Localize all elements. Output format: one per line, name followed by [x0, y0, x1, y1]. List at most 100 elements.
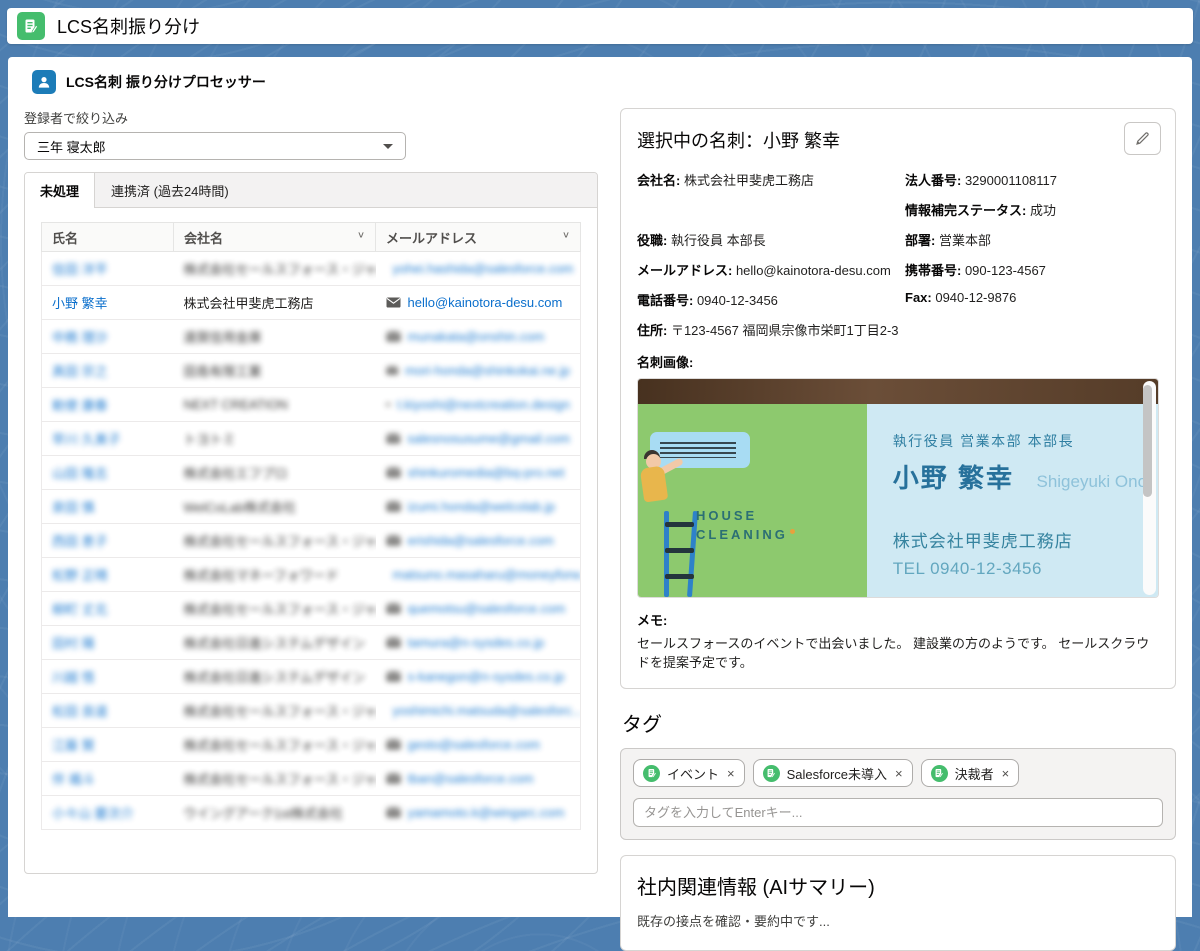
card-list-section: 登録者で絞り込み 三年 寝太郎 未処理 連携済 (過去24時間) 氏名会社名∨メ… — [16, 98, 598, 951]
email-link[interactable]: matsuno.masaharu@moneyforw... — [393, 567, 581, 582]
main-panel: LCS名刺 振り分けプロセッサー 登録者で絞り込み 三年 寝太郎 未処理 連携済… — [8, 57, 1192, 917]
tag-input[interactable] — [633, 798, 1163, 827]
email-link[interactable]: salesnosusume@gmail.com — [407, 431, 570, 446]
envelope-icon — [386, 637, 401, 648]
email-link[interactable]: t.kiyoshi@nextcreation.design — [397, 397, 570, 412]
image-scrollbar-thumb[interactable] — [1143, 385, 1152, 497]
company-name-text: 株式会社セールスフォース・ジャパン — [184, 738, 376, 753]
email-link[interactable]: s-kanegon@n-sysdes.co.jp — [408, 669, 565, 684]
card-name-link[interactable]: 中務 理沙 — [52, 330, 108, 345]
company-name-text: 株式会社日進システムデザイン — [184, 636, 366, 651]
card-name-link[interactable]: 西田 恵子 — [52, 534, 108, 549]
table-header-row: 氏名会社名∨メールアドレス∨ — [42, 223, 581, 252]
table-row: 真田 宗之 田島有限工業 mori-honda@shinkokai.ne.jp — [42, 354, 581, 388]
email-link[interactable]: erishida@salesforce.com — [408, 533, 554, 548]
card-name-link[interactable]: 真田 宗之 — [52, 364, 108, 379]
page-title: LCS名刺振り分け — [57, 13, 200, 39]
company-name-text: WelCoLab株式会社 — [184, 500, 296, 515]
memo-label: メモ: — [637, 610, 1159, 629]
table-row: 江藤 賢 株式会社セールスフォース・ジャパン gesto@salesforce.co… — [42, 728, 581, 762]
table-row: 柳町 丈北 株式会社セールスフォース・ジャパン quemotsu@salesforc… — [42, 592, 581, 626]
image-scrollbar-track[interactable] — [1143, 381, 1156, 595]
tag-remove-button[interactable]: × — [895, 766, 903, 781]
card-name-link[interactable]: 信田 洋平 — [52, 262, 108, 277]
column-header-1[interactable]: 会社名∨ — [174, 223, 376, 252]
edit-button[interactable] — [1124, 122, 1161, 155]
company-name-text: 株式会社セールスフォース・ジャパン — [184, 534, 376, 549]
note-edit-app-icon — [17, 12, 45, 40]
tag-icon — [643, 765, 660, 782]
table-row: 松田 良道 株式会社セールスフォース・ジャパン yoshimichi.matsuda… — [42, 694, 581, 728]
envelope-icon — [386, 807, 401, 818]
card-name-link[interactable]: 泉田 慎 — [52, 500, 95, 515]
email-link[interactable]: izumi.honda@welcolab.jp — [408, 499, 556, 514]
chevron-down-icon — [383, 144, 393, 149]
tab-unprocessed[interactable]: 未処理 — [25, 173, 95, 208]
email-link[interactable]: hello@kainotora-desu.com — [408, 295, 563, 310]
table-row: 勅使 康春NEXT CREATIONt.kiyoshi@nextcreation… — [42, 388, 581, 422]
email-link[interactable]: gesto@salesforce.com — [408, 737, 540, 752]
card-name-roman-text: Shigeyuki Ono — [1036, 472, 1147, 491]
email-link[interactable]: shinkuromedia@bq-pro.net — [408, 465, 565, 480]
email-link[interactable]: yamamoto.k@wingarc.com — [408, 805, 565, 820]
company-name-text: 株式会社マネーフォワード — [184, 568, 339, 583]
company-name-text: 株式会社エフプロ — [184, 466, 288, 481]
tag-remove-button[interactable]: × — [1002, 766, 1010, 781]
window-header: LCS名刺振り分け — [7, 8, 1193, 44]
card-text-area: 執行役員 営業本部 本部長 小野 繁幸 Shigeyuki Ono 株式会社甲斐… — [867, 404, 1158, 597]
card-name-link[interactable]: 田村 陽 — [52, 636, 95, 651]
tag-pill[interactable]: 決裁者× — [921, 759, 1020, 787]
card-name-link[interactable]: 早川 久美子 — [52, 432, 121, 447]
card-name-link[interactable]: 山田 隆志 — [52, 466, 108, 481]
company-name-text: 田島有限工業 — [184, 364, 262, 379]
tab-linked-past24h[interactable]: 連携済 (過去24時間) — [95, 181, 245, 200]
email-link[interactable]: tamura@n-sysdes.co.jp — [408, 635, 545, 650]
email-link[interactable]: yoshimichi.matsuda@salesforc... — [393, 703, 581, 718]
ai-summary-heading: 社内関連情報 (AIサマリー) — [637, 871, 1159, 900]
envelope-icon — [386, 773, 401, 784]
panel-header: LCS名刺 振り分けプロセッサー — [8, 57, 1192, 98]
panel-title: LCS名刺 振り分けプロセッサー — [66, 72, 266, 92]
email-link[interactable]: tban@salesforce.com — [408, 771, 534, 786]
card-name-link[interactable]: 松野 正晴 — [52, 568, 108, 583]
tab-strip: 未処理 連携済 (過去24時間) — [25, 173, 597, 208]
card-name-link[interactable]: 勅使 康春 — [52, 398, 108, 413]
company-name-text: 株式会社セールスフォース・ジャパン — [184, 704, 376, 719]
tag-pill[interactable]: イベント× — [633, 759, 745, 787]
company-name-text: 遠賀信用金庫 — [184, 330, 262, 345]
company-name-text: トヨトミ — [184, 432, 236, 447]
envelope-icon — [386, 671, 401, 682]
card-name-link[interactable]: 柳町 丈北 — [52, 602, 108, 617]
registrant-filter-select[interactable]: 三年 寝太郎 — [24, 132, 406, 160]
tag-pill[interactable]: Salesforce未導入× — [753, 759, 913, 787]
sort-chevron-icon[interactable]: ∨ — [562, 229, 570, 239]
table-row: 小野 繁幸株式会社甲斐虎工務店hello@kainotora-desu.com — [42, 286, 581, 320]
card-name-link[interactable]: 川越 悟 — [52, 670, 95, 685]
photo-background-strip — [638, 379, 1158, 404]
tag-icon — [931, 765, 948, 782]
card-name-link[interactable]: 江藤 賢 — [52, 738, 95, 753]
column-header-2[interactable]: メールアドレス∨ — [376, 223, 581, 252]
column-header-0: 氏名 — [42, 223, 174, 252]
email-link[interactable]: yohei.hashida@salesforce.com — [393, 261, 574, 276]
company-name-text: 株式会社セールスフォース・ジャパン — [184, 602, 376, 617]
table-row: 伴 颯斗株式会社セールスフォース・ジャパンtban@salesforce.com — [42, 762, 581, 796]
card-tel-text: TEL 0940-12-3456 — [893, 559, 1158, 579]
email-link[interactable]: munakata@onshin.com — [408, 329, 545, 344]
envelope-icon — [386, 739, 401, 750]
tag-remove-button[interactable]: × — [727, 766, 735, 781]
card-name-link[interactable]: 小々山 慶次介 — [52, 806, 134, 821]
email-link[interactable]: mori-honda@shinkokai.ne.jp — [405, 363, 570, 378]
envelope-icon — [386, 535, 401, 546]
ladder-rung — [665, 574, 694, 579]
card-name-link[interactable]: 松田 良道 — [52, 704, 108, 719]
card-company-text: 株式会社甲斐虎工務店 — [893, 527, 1158, 552]
card-name-link[interactable]: 伴 颯斗 — [52, 772, 95, 787]
tags-panel: イベント× Salesforce未導入× 決裁者× — [620, 748, 1176, 840]
email-link[interactable]: quemotsu@salesforce.com — [408, 601, 566, 616]
sort-chevron-icon[interactable]: ∨ — [357, 229, 365, 239]
table-row: 川越 悟株式会社日進システムデザインs-kanegon@n-sysdes.co.… — [42, 660, 581, 694]
card-list-panel: 未処理 連携済 (過去24時間) 氏名会社名∨メールアドレス∨ 信田 洋平株式会… — [24, 172, 598, 874]
card-name-link[interactable]: 小野 繁幸 — [52, 296, 108, 311]
business-card-table: 氏名会社名∨メールアドレス∨ 信田 洋平株式会社セールスフォース・ジャパン yoh… — [41, 222, 581, 830]
